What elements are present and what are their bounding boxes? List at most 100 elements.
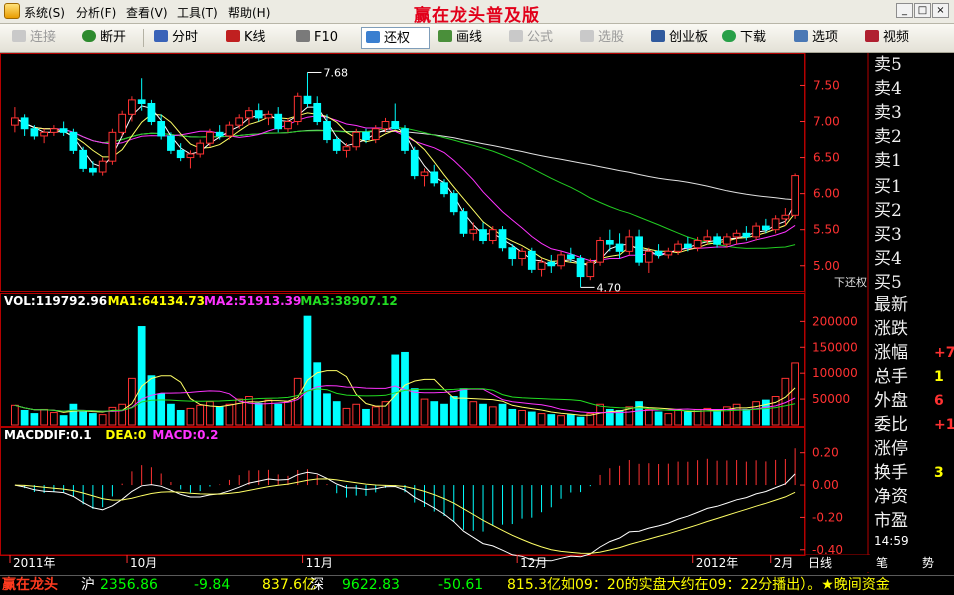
download-button[interactable]: 下载 — [718, 27, 766, 49]
connect-button[interactable]: 连接 — [8, 27, 56, 49]
tab-daily[interactable]: 日线 — [808, 555, 832, 572]
quote-label: 买5 — [874, 273, 902, 293]
options-icon — [794, 30, 808, 42]
minimize-button[interactable]: _ — [896, 3, 913, 18]
macd-legend-item: DEA:0 — [105, 428, 146, 442]
marquee-text: 如09：20的实盘大约在09：22分播出）。★晚间资金 — [561, 577, 890, 593]
volume-bar — [654, 411, 663, 426]
volume-bar — [225, 403, 234, 426]
volume-bar — [342, 407, 351, 426]
volume-tick-label: 100000 — [812, 366, 858, 380]
candle-body — [635, 236, 643, 263]
candle-body — [693, 240, 702, 249]
volume-bar — [644, 408, 653, 426]
kline-chart[interactable]: 7.50 7.00 6.50 6.00 5.50 5.00 下还权 7.68 4.70 VOL:1… — [0, 53, 870, 573]
candle-body — [118, 113, 127, 133]
quote-label: 涨幅 — [874, 343, 908, 363]
disconnect-label: 断开 — [100, 30, 127, 45]
candle-body — [362, 131, 370, 141]
volume-bar — [742, 408, 751, 426]
quote-label: 买1 — [874, 177, 902, 197]
restore-rights-button[interactable]: 还权 — [361, 27, 430, 49]
volume-bar — [537, 413, 546, 426]
sz-change: -50.61 — [438, 577, 484, 593]
stock-picker-button[interactable]: 选股 — [576, 27, 624, 49]
kline-button[interactable]: K线 — [222, 27, 266, 49]
macd-legend-item: MACD — [4, 428, 44, 442]
formula-button[interactable]: 公式 — [505, 27, 553, 49]
candle-body — [615, 243, 624, 252]
candle-body — [50, 128, 58, 133]
gem-board-icon — [651, 30, 665, 42]
tab-trend[interactable]: 势 — [922, 555, 934, 572]
candle-body — [284, 121, 292, 130]
disconnect-button[interactable]: 断开 — [78, 27, 126, 49]
quote-label: 涨跌 — [874, 319, 908, 339]
volume-bar — [89, 413, 97, 426]
intraday-button[interactable]: 分时 — [150, 27, 198, 49]
quote-label: 委比 — [874, 415, 908, 435]
download-label: 下载 — [740, 30, 767, 45]
volume-bar — [469, 401, 478, 426]
toolbar-separator — [143, 29, 144, 47]
volume-bar — [186, 407, 195, 426]
video-button[interactable]: 视频 — [861, 27, 909, 49]
quote-label: 外盘 — [874, 391, 908, 411]
f10-button[interactable]: F10 — [292, 27, 338, 49]
tab-stroke[interactable]: 笔 — [876, 555, 888, 572]
volume-bar — [284, 401, 292, 426]
candle-body — [644, 250, 653, 263]
candle-body — [79, 149, 88, 169]
candle-body — [89, 167, 97, 173]
volume-bar — [40, 408, 49, 426]
candle-body — [430, 171, 439, 184]
disconnect-icon — [82, 30, 96, 42]
bottom-tabs: 日线 笔 势 — [806, 555, 954, 572]
price-tick-label: 5.00 — [813, 259, 840, 273]
volume-bar — [274, 403, 283, 426]
candle-body — [323, 121, 331, 141]
volume-tick-label: 200000 — [812, 314, 858, 328]
candle-body — [498, 229, 507, 249]
maximize-button[interactable]: □ — [914, 3, 931, 18]
candle-body — [547, 261, 556, 267]
quote-label: 卖3 — [874, 103, 902, 123]
date-tick-label: 2012年 — [696, 556, 739, 570]
candle-body — [40, 131, 49, 137]
volume-bar — [50, 412, 58, 426]
sh-change: -9.84 — [194, 577, 231, 593]
intraday-icon — [154, 30, 168, 42]
date-tick-label: 10月 — [130, 556, 157, 570]
volume-bar — [391, 354, 400, 426]
close-button[interactable]: × — [932, 3, 949, 18]
quote-label: 卖1 — [874, 151, 902, 171]
candle-body — [722, 236, 731, 245]
draw-line-button[interactable]: 画线 — [434, 27, 482, 49]
options-button[interactable]: 选项 — [790, 27, 838, 49]
candle-body — [771, 218, 780, 231]
gem-board-label: 创业板 — [669, 30, 709, 45]
price-tick-label: 7.00 — [813, 115, 840, 129]
candle-body — [196, 142, 205, 155]
price-tick-label: 7.50 — [813, 78, 840, 92]
quote-label: 市盈 — [874, 511, 908, 531]
candle-body — [781, 214, 790, 220]
sh-amount: 837.6亿 — [262, 577, 317, 593]
volume-bar — [576, 416, 585, 426]
candle-body — [732, 232, 741, 238]
volume-bar — [352, 403, 361, 426]
macd-tick-label: 0.20 — [812, 446, 839, 460]
candle-body — [566, 254, 575, 260]
gem-board-button[interactable]: 创业板 — [647, 27, 708, 49]
candle-body — [98, 160, 107, 173]
volume-bar — [566, 414, 575, 426]
candle-body — [761, 225, 770, 231]
price-tick-label: 6.00 — [813, 187, 840, 201]
date-tick-label: 11月 — [306, 556, 333, 570]
connect-icon — [12, 30, 26, 42]
candle-body — [586, 261, 595, 278]
restore-rights-label: 还权 — [384, 31, 411, 46]
quote-label: 换手 — [874, 463, 908, 483]
volume-bar — [664, 413, 673, 426]
volume-bar — [732, 403, 741, 426]
